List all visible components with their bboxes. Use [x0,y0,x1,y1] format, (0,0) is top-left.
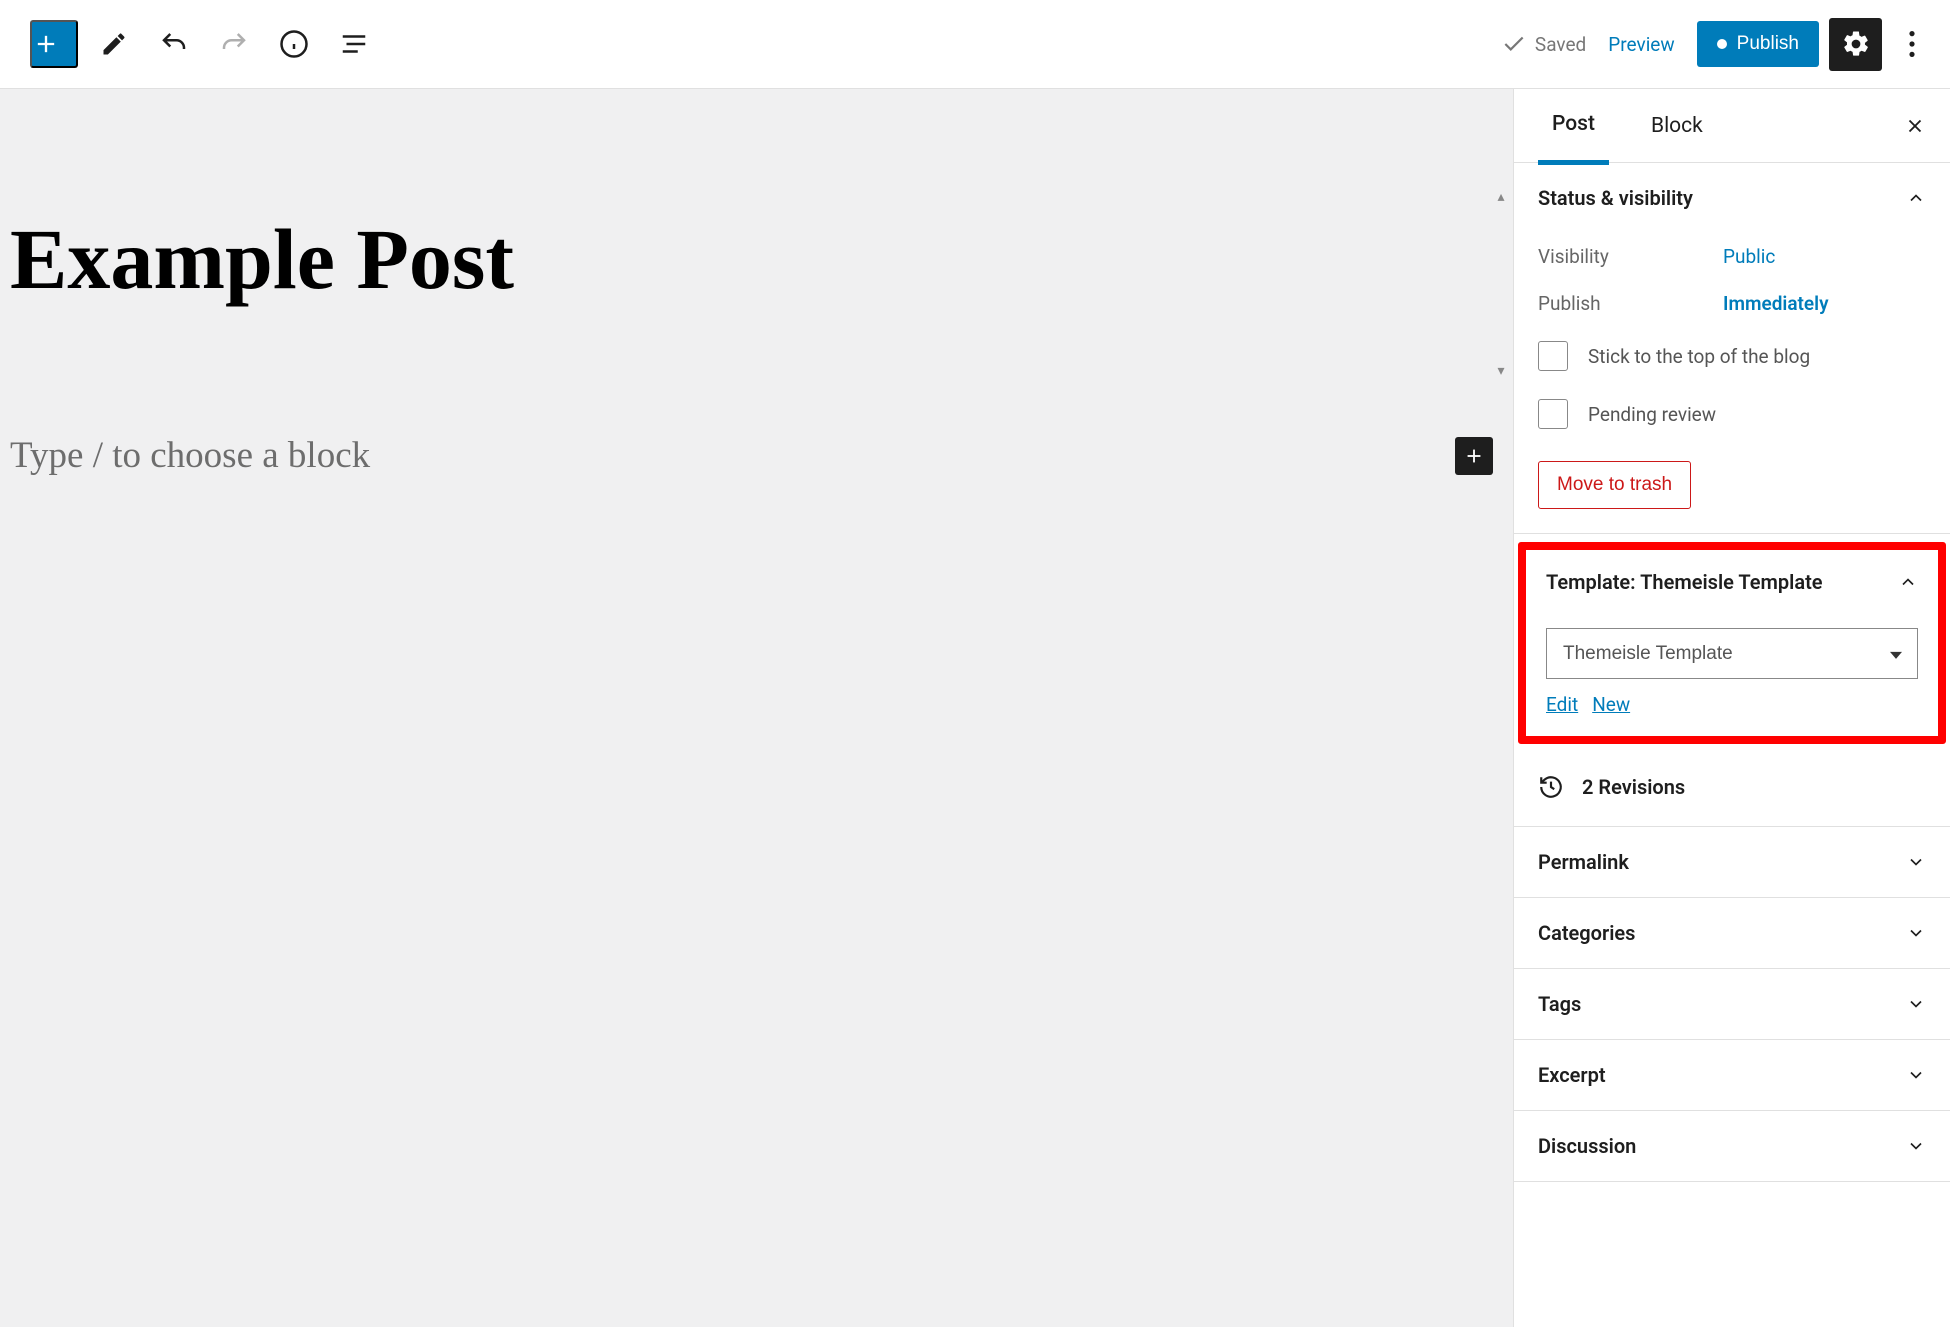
panel-tags-title: Tags [1538,992,1581,1016]
panel-discussion-header[interactable]: Discussion [1514,1111,1950,1181]
panel-permalink-title: Permalink [1538,850,1629,874]
pending-review-checkbox[interactable] [1538,399,1568,429]
toolbar-right: Saved Preview Publish [1501,18,1932,71]
settings-sidebar: Post Block Status & visibility Visibilit… [1513,89,1950,1327]
publish-schedule-value[interactable]: Immediately [1723,292,1829,315]
undo-icon [159,29,189,59]
chevron-up-icon [1906,188,1926,208]
post-title-input[interactable]: Example Post [10,89,1503,309]
add-block-button[interactable] [30,20,78,68]
panel-discussion: Discussion [1514,1111,1950,1182]
saved-label: Saved [1535,33,1586,56]
template-select[interactable]: Themeisle Template [1546,628,1918,679]
block-placeholder[interactable]: Type / to choose a block [10,434,370,477]
pencil-icon [100,30,128,58]
panel-excerpt-header[interactable]: Excerpt [1514,1040,1950,1110]
tab-block[interactable]: Block [1637,90,1717,162]
template-new-link[interactable]: New [1592,693,1630,716]
chevron-down-icon [1906,1136,1926,1156]
preview-button[interactable]: Preview [1596,23,1686,66]
panel-categories: Categories [1514,898,1950,969]
panel-tags-header[interactable]: Tags [1514,969,1950,1039]
panel-template-highlight: Template: Themeisle Template Themeisle T… [1518,542,1946,744]
tab-post[interactable]: Post [1538,88,1609,165]
panel-excerpt-title: Excerpt [1538,1063,1606,1087]
panel-permalink-header[interactable]: Permalink [1514,827,1950,897]
scrollbar[interactable]: ▴ ▾ [1489,189,1513,379]
plus-icon [32,30,60,58]
panel-template-title: Template: Themeisle Template [1546,570,1823,594]
revisions-button[interactable]: 2 Revisions [1514,748,1950,827]
saved-indicator: Saved [1501,31,1586,57]
panel-status-title: Status & visibility [1538,186,1693,210]
panel-tags: Tags [1514,969,1950,1040]
list-icon [339,29,369,59]
redo-icon [219,29,249,59]
sidebar-tabs: Post Block [1514,89,1950,163]
panel-permalink: Permalink [1514,827,1950,898]
gear-icon [1841,29,1871,59]
panel-status-visibility: Status & visibility Visibility Public Pu… [1514,163,1950,534]
info-icon [279,29,309,59]
close-sidebar-button[interactable] [1904,115,1926,137]
revisions-label: 2 Revisions [1582,775,1685,799]
editor-canvas[interactable]: Example Post Type / to choose a block ▴ … [0,89,1513,1327]
info-button[interactable] [270,20,318,68]
visibility-label: Visibility [1538,245,1723,268]
panel-excerpt: Excerpt [1514,1040,1950,1111]
more-menu-button[interactable] [1892,20,1932,68]
check-icon [1501,31,1527,57]
history-icon [1538,774,1564,800]
outline-button[interactable] [330,20,378,68]
chevron-down-icon [1906,1065,1926,1085]
stick-checkbox[interactable] [1538,341,1568,371]
redo-button[interactable] [210,20,258,68]
undo-button[interactable] [150,20,198,68]
publish-label: Publish [1737,33,1799,55]
top-toolbar: Saved Preview Publish [0,0,1950,89]
dots-vertical-icon [1909,31,1915,57]
scroll-down-icon: ▾ [1497,363,1504,379]
visibility-value[interactable]: Public [1723,245,1775,268]
chevron-down-icon [1906,923,1926,943]
panel-template-header[interactable]: Template: Themeisle Template [1526,550,1938,594]
insert-block-button[interactable] [1455,437,1493,475]
panel-discussion-title: Discussion [1538,1134,1636,1158]
scroll-up-icon: ▴ [1497,189,1504,205]
plus-icon [1463,445,1485,467]
move-to-trash-button[interactable]: Move to trash [1538,461,1691,509]
panel-categories-header[interactable]: Categories [1514,898,1950,968]
toolbar-left [30,20,378,68]
chevron-up-icon [1898,572,1918,592]
panel-categories-title: Categories [1538,921,1635,945]
publish-button[interactable]: Publish [1697,21,1819,67]
template-edit-link[interactable]: Edit [1546,693,1578,716]
publish-schedule-label: Publish [1538,292,1723,315]
chevron-down-icon [1906,994,1926,1014]
edit-mode-button[interactable] [90,20,138,68]
pending-review-label: Pending review [1588,403,1716,426]
close-icon [1904,115,1926,137]
settings-button[interactable] [1829,18,1882,71]
stick-label: Stick to the top of the blog [1588,345,1810,368]
chevron-down-icon [1906,852,1926,872]
status-dot-icon [1717,39,1727,49]
panel-status-header[interactable]: Status & visibility [1514,163,1950,233]
